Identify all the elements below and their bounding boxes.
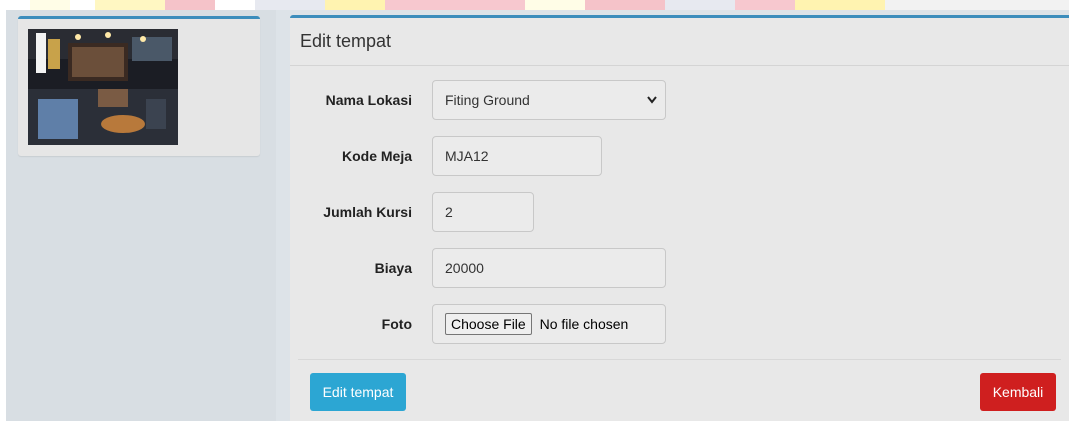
restaurant-photo-icon bbox=[28, 29, 178, 145]
nama-lokasi-select[interactable]: Fiting Ground bbox=[432, 80, 666, 120]
choose-file-button[interactable]: Choose File bbox=[445, 313, 532, 335]
nama-lokasi-value: Fiting Ground bbox=[445, 92, 530, 108]
biaya-input[interactable]: 20000 bbox=[432, 248, 666, 288]
form-row-kode-meja: Kode Meja MJA12 bbox=[290, 136, 1069, 176]
nama-lokasi-label: Nama Lokasi bbox=[325, 92, 412, 108]
foto-file-input: Choose File No file chosen bbox=[432, 304, 666, 344]
file-status-text: No file chosen bbox=[539, 316, 629, 332]
jumlah-kursi-input[interactable]: 2 bbox=[432, 192, 534, 232]
form-row-biaya: Biaya 20000 bbox=[290, 248, 1069, 288]
kode-meja-label: Kode Meja bbox=[341, 148, 412, 164]
header-stripe bbox=[0, 0, 1069, 10]
kode-meja-input[interactable]: MJA12 bbox=[432, 136, 602, 176]
biaya-label: Biaya bbox=[374, 260, 412, 276]
form-row-foto: Foto Choose File No file chosen bbox=[290, 304, 1069, 344]
chevron-down-icon bbox=[647, 81, 657, 134]
panel-title: Edit tempat bbox=[290, 18, 1069, 66]
form-row-jumlah-kursi: Jumlah Kursi 2 bbox=[290, 192, 1069, 232]
kembali-button[interactable]: Kembali bbox=[980, 373, 1056, 411]
edit-tempat-button[interactable]: Edit tempat bbox=[310, 373, 406, 411]
jumlah-kursi-label: Jumlah Kursi bbox=[323, 204, 412, 220]
thumbnail-card bbox=[18, 16, 260, 156]
form-row-nama-lokasi: Nama Lokasi Fiting Ground bbox=[290, 80, 1069, 120]
edit-form-panel: Edit tempat Nama Lokasi Fiting Ground Ko… bbox=[290, 15, 1069, 421]
foto-label: Foto bbox=[381, 316, 412, 332]
footer-divider bbox=[298, 359, 1061, 360]
